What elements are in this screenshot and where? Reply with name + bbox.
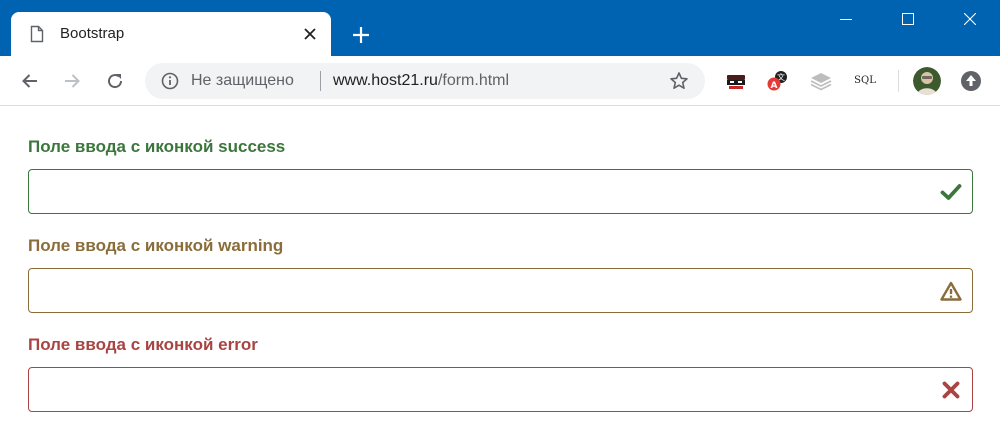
warning-input[interactable] <box>29 269 972 312</box>
profile-avatar[interactable] <box>913 67 941 95</box>
reload-icon[interactable] <box>105 71 125 91</box>
file-icon <box>30 25 44 43</box>
maximize-icon <box>902 13 914 25</box>
omnibox-divider <box>320 71 321 91</box>
success-field-label: Поле ввода с иконкой success <box>28 137 286 156</box>
warning-icon <box>940 281 962 301</box>
url-text[interactable]: www.host21.ru/form.html <box>333 71 509 91</box>
translate-extension-icon[interactable]: 文 A <box>766 69 790 93</box>
cross-icon <box>942 381 960 399</box>
address-bar[interactable]: Не защищено www.host21.ru/form.html <box>145 63 705 99</box>
check-icon <box>940 184 962 200</box>
svg-text:A: A <box>771 81 778 91</box>
security-status-label[interactable]: Не защищено <box>191 71 294 91</box>
error-field-label: Поле ввода с иконкой error <box>28 335 258 354</box>
minimize-icon <box>840 19 852 20</box>
sql-extension-icon[interactable]: SQL <box>851 72 879 90</box>
window-minimize-button[interactable] <box>823 0 869 44</box>
warning-input-wrapper <box>28 268 973 313</box>
error-input[interactable] <box>29 368 972 411</box>
tab-close-icon[interactable] <box>302 26 318 42</box>
window-maximize-button[interactable] <box>885 0 931 44</box>
back-arrow-icon[interactable] <box>20 71 40 91</box>
page-content: Поле ввода с иконкой success Поле ввода … <box>0 107 1000 439</box>
warning-field-label: Поле ввода с иконкой warning <box>28 236 284 255</box>
close-icon <box>964 13 976 25</box>
toolbar-divider <box>898 70 899 92</box>
window-close-button[interactable] <box>947 0 993 44</box>
form-group-error: Поле ввода с иконкой error <box>28 335 973 412</box>
error-input-wrapper <box>28 367 973 412</box>
success-input-wrapper <box>28 169 973 214</box>
url-host: www.host21.ru <box>333 72 438 89</box>
tab-title: Bootstrap <box>60 25 125 42</box>
browser-toolbar: Не защищено www.host21.ru/form.html 文 A … <box>0 56 1000 106</box>
layers-extension-icon[interactable] <box>809 69 833 93</box>
info-icon[interactable] <box>161 72 179 90</box>
success-input[interactable] <box>29 170 972 213</box>
form-group-warning: Поле ввода с иконкой warning <box>28 236 973 313</box>
incognito-mask-extension-icon[interactable] <box>724 69 748 93</box>
browser-tab[interactable]: Bootstrap <box>11 12 331 56</box>
forward-arrow-icon[interactable] <box>62 71 82 91</box>
update-arrow-icon[interactable] <box>959 69 983 93</box>
new-tab-plus-icon[interactable] <box>351 25 371 45</box>
form-group-success: Поле ввода с иконкой success <box>28 137 973 214</box>
browser-titlebar: Bootstrap <box>0 0 1000 56</box>
url-path: /form.html <box>437 72 510 89</box>
bookmark-star-icon[interactable] <box>669 71 689 91</box>
